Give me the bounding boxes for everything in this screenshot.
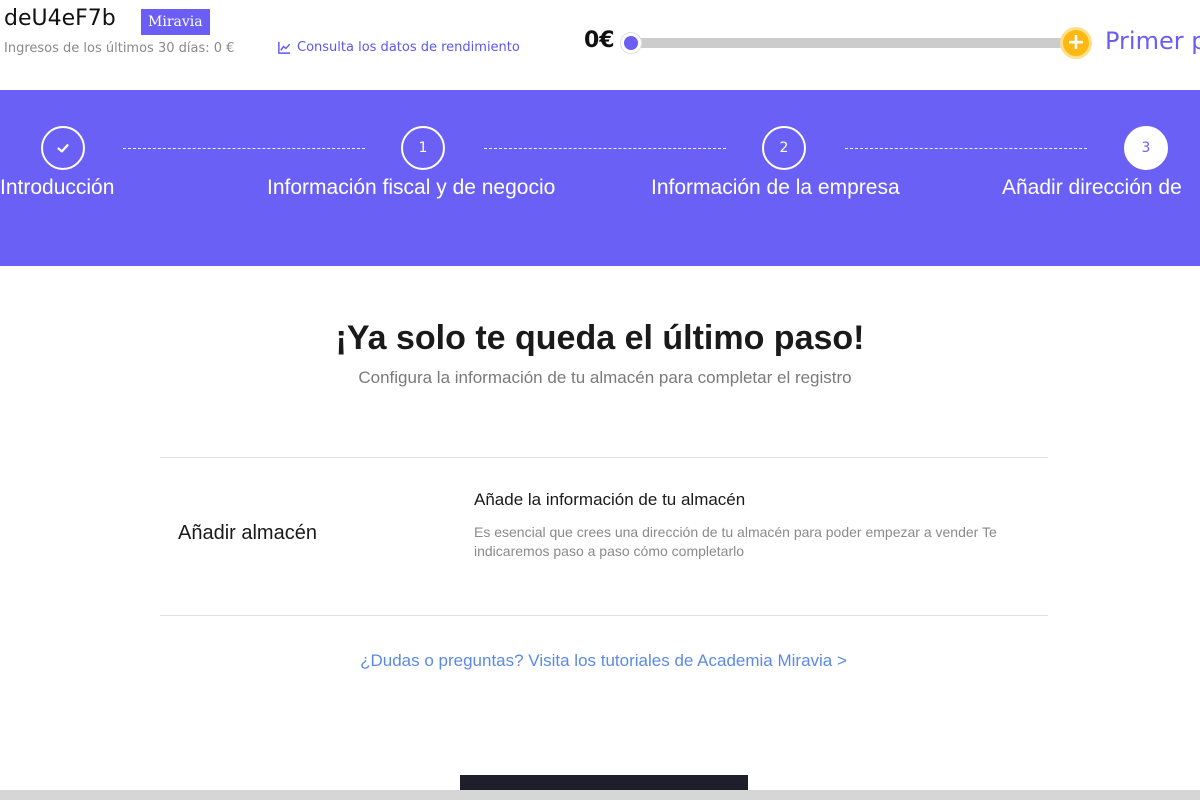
page-title: ¡Ya solo te queda el último paso! (335, 319, 865, 357)
performance-data-link[interactable]: Consulta los datos de rendimiento (277, 40, 520, 55)
progress-indicator-dot (621, 33, 641, 53)
registration-stepper: 1 2 3 Introducción Información fiscal y … (0, 90, 1200, 266)
step-2-circle: 2 (762, 126, 806, 170)
step-label-empresa: Información de la empresa (651, 176, 900, 199)
step-completed-circle (41, 126, 85, 170)
step-connector (845, 148, 1087, 149)
progress-current-amount: 0€ (584, 28, 615, 53)
bottom-scroll-bar (0, 790, 1200, 800)
step-connector (123, 148, 365, 149)
brand-badge: Miravia (141, 9, 210, 35)
page-subtitle: Configura la información de tu almacén p… (358, 368, 852, 387)
check-icon (57, 144, 69, 153)
earnings-summary: Ingresos de los últimos 30 días: 0 € (4, 41, 235, 56)
add-warehouse-label[interactable]: Añadir almacén (178, 522, 317, 545)
section-divider-top (160, 457, 1048, 458)
line-chart-icon (278, 41, 291, 54)
sales-progress-bar (630, 38, 1075, 48)
academy-tutorials-link[interactable]: ¿Dudas o preguntas? Visita los tutoriale… (0, 651, 1200, 671)
progress-goal-label[interactable]: Primer p (1105, 27, 1200, 55)
step-3-circle: 3 (1124, 126, 1168, 170)
warehouse-section-heading: Añade la información de tu almacén (474, 490, 746, 509)
store-name: deU4eF7b (4, 6, 116, 31)
plus-coin-icon[interactable]: + (1060, 27, 1092, 59)
warehouse-section-description: Es esencial que crees una dirección de t… (474, 524, 997, 559)
step-connector (484, 148, 726, 149)
step-1-circle: 1 (401, 126, 445, 170)
step-label-direccion: Añadir dirección de (1002, 176, 1182, 199)
step-label-fiscal: Información fiscal y de negocio (267, 176, 556, 199)
step-label-introduccion: Introducción (0, 176, 115, 199)
performance-link-label: Consulta los datos de rendimiento (297, 40, 520, 55)
section-divider-bottom (160, 615, 1048, 616)
